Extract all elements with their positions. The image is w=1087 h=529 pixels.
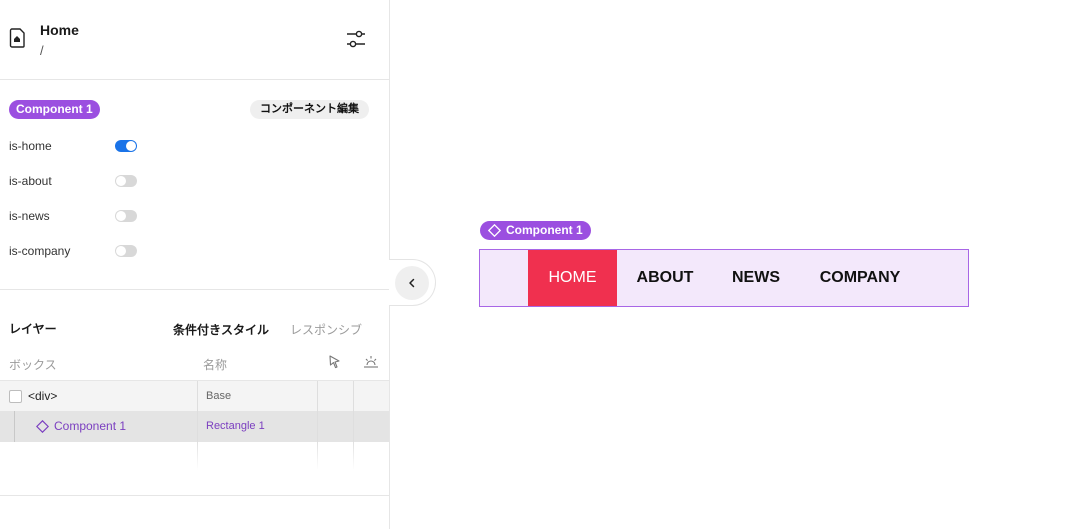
prop-row-is-news: is-news (9, 208, 149, 224)
panel-collapse-tab (389, 259, 436, 306)
prop-row-is-about: is-about (9, 173, 149, 189)
sunrise-icon[interactable] (363, 354, 379, 370)
canvas-component-badge[interactable]: Component 1 (480, 221, 591, 240)
toggle-knob (126, 141, 136, 151)
page-path: / (40, 43, 44, 58)
layers-title: レイヤー (9, 322, 57, 336)
cell-divider (353, 381, 354, 412)
nav-item-about[interactable]: ABOUT (629, 250, 701, 306)
page-header: Home / (0, 0, 389, 80)
component-nav-frame[interactable]: HOME ABOUT NEWS COMPANY (479, 249, 969, 307)
left-panel: Home / Component 1 コンポーネント編集 is-home is-… (0, 0, 390, 529)
sliders-settings-icon[interactable] (344, 28, 368, 50)
nav-item-news[interactable]: NEWS (723, 250, 789, 306)
page-home-icon (9, 28, 25, 48)
component-badge[interactable]: Component 1 (9, 100, 100, 119)
layer-row-component[interactable]: Component 1 Rectangle 1 (0, 411, 389, 442)
collapse-panel-button[interactable] (395, 266, 429, 300)
indent-guide (14, 411, 15, 442)
is-company-toggle[interactable] (115, 245, 137, 257)
column-divider-fade (197, 442, 198, 470)
is-news-toggle[interactable] (115, 210, 137, 222)
page-title: Home (40, 22, 79, 38)
column-divider-fade (317, 442, 318, 470)
layer-row-value: Base (206, 390, 232, 402)
column-header-name[interactable]: 名称 (203, 356, 227, 373)
cell-divider (197, 411, 198, 442)
tab-responsive[interactable]: レスポンシブ (290, 321, 362, 338)
layers-section: レイヤー 条件付きスタイル レスポンシブ ボックス 名称 <div> Base (0, 290, 389, 496)
tab-conditional-style[interactable]: 条件付きスタイル (173, 321, 269, 338)
app-root: Home / Component 1 コンポーネント編集 is-home is-… (0, 0, 1087, 529)
component-properties-section: Component 1 コンポーネント編集 is-home is-about i… (0, 80, 389, 290)
column-header-box: ボックス (9, 358, 57, 372)
cell-divider (197, 381, 198, 412)
is-about-toggle[interactable] (115, 175, 137, 187)
cell-divider (317, 381, 318, 412)
prop-label: is-home (9, 139, 52, 153)
column-divider-fade (353, 442, 354, 470)
edit-component-button[interactable]: コンポーネント編集 (250, 100, 369, 119)
layer-row-div[interactable]: <div> Base (0, 380, 389, 412)
component-diamond-icon (488, 224, 501, 237)
pointer-icon[interactable] (327, 354, 343, 370)
layer-checkbox[interactable] (9, 390, 22, 403)
chevron-left-icon (409, 278, 415, 288)
canvas-badge-label: Component 1 (506, 223, 583, 237)
prop-label: is-company (9, 244, 71, 258)
toggle-knob (116, 211, 126, 221)
toggle-knob (116, 246, 126, 256)
layer-row-name: <div> (28, 389, 58, 403)
prop-row-is-home: is-home (9, 138, 149, 154)
prop-label: is-about (9, 174, 52, 188)
layer-row-name: Component 1 (54, 419, 127, 433)
toggle-knob (116, 176, 126, 186)
nav-item-home[interactable]: HOME (528, 250, 617, 306)
is-home-toggle[interactable] (115, 140, 137, 152)
nav-item-company[interactable]: COMPANY (810, 250, 910, 306)
prop-label: is-news (9, 209, 50, 223)
cell-divider (317, 411, 318, 442)
component-diamond-icon (36, 420, 49, 433)
layer-row-value: Rectangle 1 (206, 420, 265, 432)
cell-divider (353, 411, 354, 442)
prop-row-is-company: is-company (9, 243, 149, 259)
